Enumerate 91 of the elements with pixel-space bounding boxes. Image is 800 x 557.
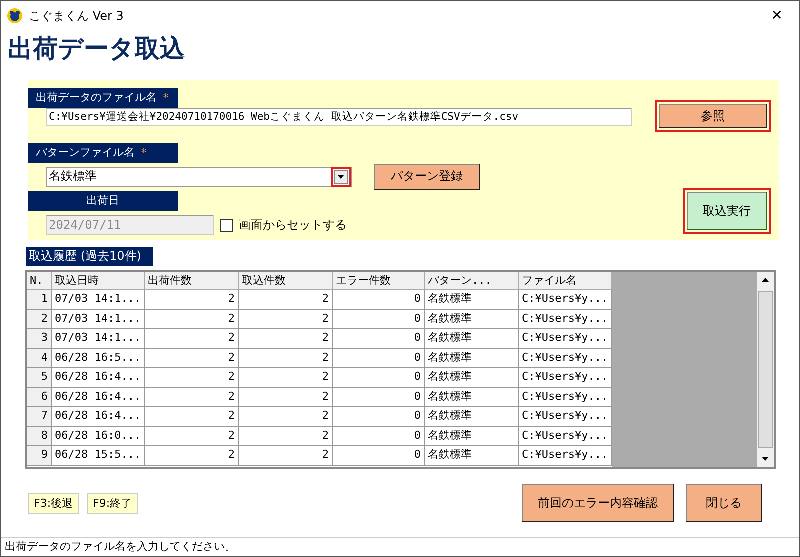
function-key-hint: F9:終了 (87, 492, 138, 514)
footer-button[interactable]: 閉じる (686, 484, 762, 522)
table-cell: 2 (145, 407, 239, 426)
table-cell: 2 (239, 290, 333, 310)
table-cell: C:¥Users¥y... (519, 426, 612, 446)
table-cell: 2 (239, 348, 333, 368)
table-cell: 2 (239, 446, 333, 466)
table-cell: 2 (145, 290, 239, 310)
table-cell: 名鉄標準 (425, 348, 519, 368)
table-cell: 2 (145, 446, 239, 466)
table-cell: 07/03 14:1... (52, 310, 145, 329)
table-cell: C:¥Users¥y... (519, 368, 612, 388)
table-cell: 07/03 14:1... (52, 290, 145, 310)
checkbox[interactable] (220, 218, 233, 232)
table-cell: 2 (145, 426, 239, 446)
row-number: 6 (27, 388, 52, 407)
status-bar: 出荷データのファイル名を入力してください。 (1, 537, 799, 555)
table-cell: 0 (333, 446, 425, 466)
checkbox-label: 画面からセットする (239, 216, 347, 234)
table-cell: 2 (145, 388, 239, 407)
column-header[interactable]: 出荷件数 (145, 272, 239, 290)
table-cell: 2 (239, 426, 333, 446)
table-cell: C:¥Users¥y... (519, 329, 612, 348)
table-cell: C:¥Users¥y... (519, 446, 612, 466)
table-cell: 0 (333, 310, 425, 329)
table-cell: 名鉄標準 (425, 310, 519, 329)
table-cell: 06/28 16:5... (52, 348, 145, 368)
row-number: 5 (27, 368, 52, 388)
table-cell: C:¥Users¥y... (519, 388, 612, 407)
column-header[interactable]: パターン... (425, 272, 519, 290)
table-cell: 2 (145, 310, 239, 329)
table-cell: 2 (239, 368, 333, 388)
table-cell: 0 (333, 388, 425, 407)
row-number: 3 (27, 329, 52, 348)
table-cell: 名鉄標準 (425, 446, 519, 466)
pattern-register-button[interactable]: パターン登録 (374, 164, 480, 190)
column-header[interactable]: N. (27, 272, 52, 290)
row-number: 4 (27, 348, 52, 368)
history-title: 取込履歴 (過去10件) (26, 247, 153, 266)
table-cell: 0 (333, 348, 425, 368)
browse-button[interactable]: 参照 (659, 104, 767, 128)
table-cell: 名鉄標準 (425, 388, 519, 407)
table-cell: 2 (145, 348, 239, 368)
file-name-field[interactable]: C:¥Users¥運送会社¥20240710170016_Webこぐまくん_取込パターン名鉄標準CSVデータ.csv (46, 108, 632, 126)
footer-button[interactable]: 前回のエラー内容確認 (522, 484, 674, 522)
page-heading: 出荷データ取込 (8, 33, 186, 65)
table-cell: C:¥Users¥y... (519, 290, 612, 310)
field-label: 出荷日 (28, 190, 178, 211)
table-cell: 06/28 16:4... (52, 407, 145, 426)
column-header[interactable]: 取込日時 (52, 272, 145, 290)
table-cell: 0 (333, 407, 425, 426)
table-cell: 2 (239, 310, 333, 329)
row-number: 1 (27, 290, 52, 310)
table-cell: 0 (333, 329, 425, 348)
table-cell: 0 (333, 368, 425, 388)
table-cell: 名鉄標準 (425, 426, 519, 446)
table-cell: 名鉄標準 (425, 407, 519, 426)
close-button[interactable]: ✕ (755, 1, 799, 31)
row-number: 9 (27, 446, 52, 466)
scrollbar[interactable] (757, 272, 774, 467)
table-cell: 名鉄標準 (425, 290, 519, 310)
table-cell: 0 (333, 290, 425, 310)
field-label: 出荷データのファイル名 ＊ (28, 88, 178, 108)
table-cell: 06/28 16:4... (52, 388, 145, 407)
import-run-button[interactable]: 取込実行 (687, 192, 767, 230)
row-number: 7 (27, 407, 52, 426)
function-key-hint: F3:後退 (28, 492, 80, 514)
table-cell: 名鉄標準 (425, 368, 519, 388)
column-header[interactable]: ファイル名 (519, 272, 612, 290)
bear-icon (7, 8, 23, 24)
table-cell: 07/03 14:1... (52, 329, 145, 348)
window-title: こぐまくん Ver 3 (29, 8, 124, 24)
table-cell: 0 (333, 426, 425, 446)
table-cell: 2 (239, 388, 333, 407)
table-cell: 2 (239, 407, 333, 426)
table-cell: 2 (145, 329, 239, 348)
column-header[interactable]: エラー件数 (333, 272, 425, 290)
pattern-dropdown[interactable]: 名鉄標準 (46, 166, 352, 187)
table-cell: 2 (145, 368, 239, 388)
row-number: 8 (27, 426, 52, 446)
table-cell: 06/28 16:0... (52, 426, 145, 446)
table-cell: C:¥Users¥y... (519, 407, 612, 426)
column-header[interactable]: 取込件数 (239, 272, 333, 290)
table-cell: C:¥Users¥y... (519, 310, 612, 329)
table-cell: 06/28 16:4... (52, 368, 145, 388)
table-cell: 06/28 15:5... (52, 446, 145, 466)
row-number: 2 (27, 310, 52, 329)
table-cell: 名鉄標準 (425, 329, 519, 348)
table-cell: 2 (239, 329, 333, 348)
table-cell: C:¥Users¥y... (519, 348, 612, 368)
field-label: パターンファイル名 ＊ (28, 143, 178, 164)
